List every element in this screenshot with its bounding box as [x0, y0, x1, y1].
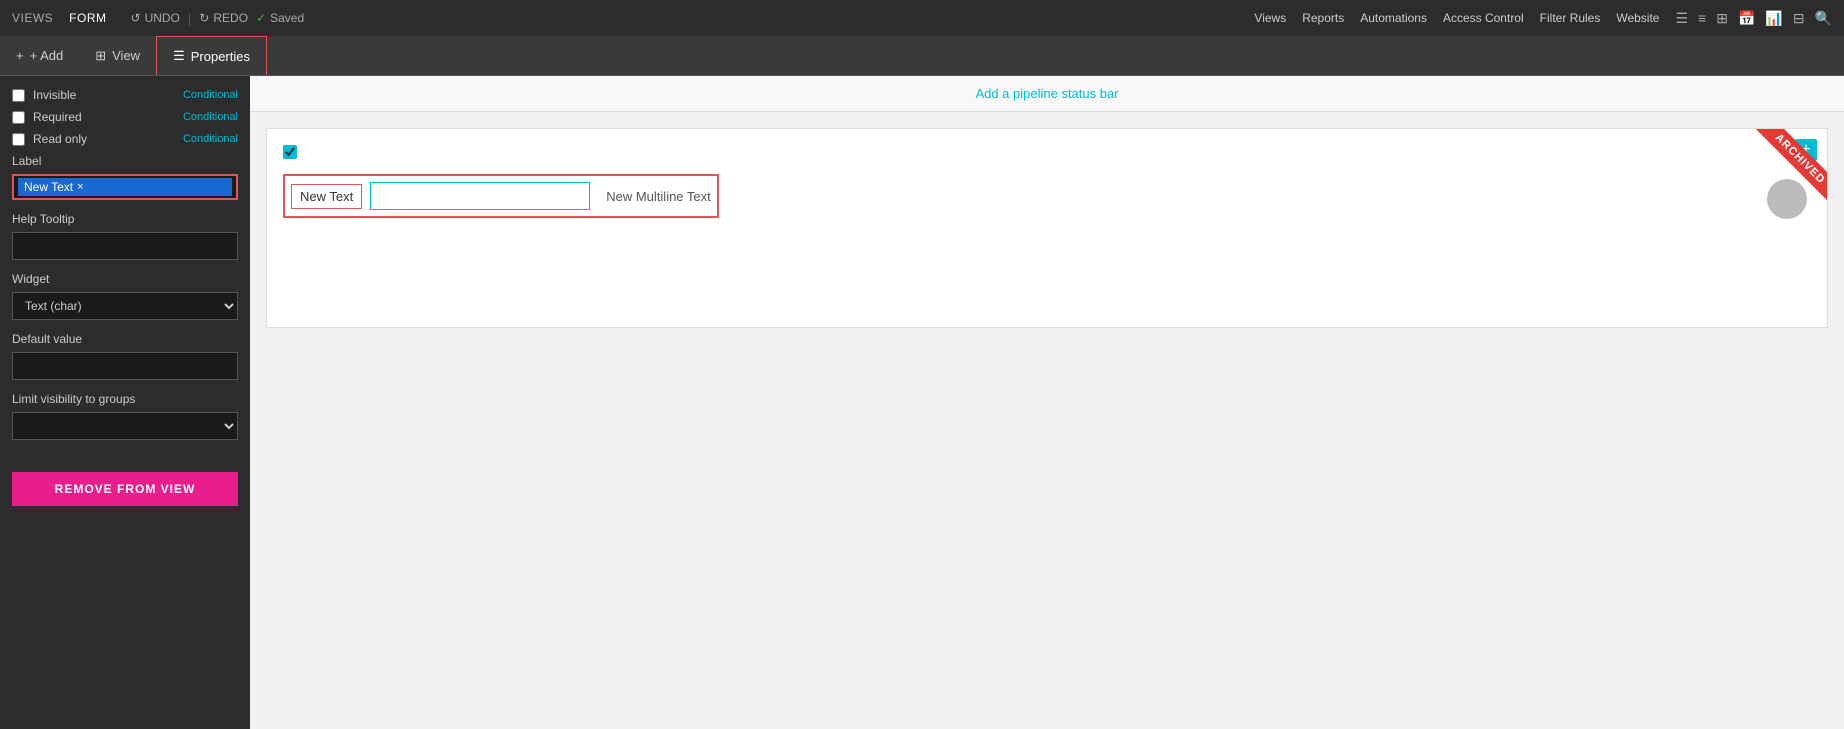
label-section: Label New Text × [12, 154, 238, 200]
view-label: View [112, 48, 140, 63]
add-button[interactable]: + + Add [0, 36, 79, 75]
calendar-icon[interactable]: 📅 [1738, 10, 1755, 27]
help-tooltip-section: Help Tooltip [12, 212, 238, 260]
remove-from-view-button[interactable]: REMOVE FROM VIEW [12, 472, 238, 506]
label-input-wrapper: New Text × [12, 174, 238, 200]
field-input[interactable] [370, 182, 590, 210]
properties-icon: ☰ [173, 48, 185, 64]
main-layout: Invisible Conditional Required Condition… [0, 76, 1844, 729]
invisible-label: Invisible [33, 88, 76, 102]
add-plus-button[interactable]: + [1795, 139, 1817, 161]
properties-button[interactable]: ☰ Properties [156, 36, 267, 75]
redo-label: REDO [213, 11, 248, 25]
pipeline-status-bar[interactable]: Add a pipeline status bar [250, 76, 1844, 112]
properties-label: Properties [191, 49, 250, 64]
form-container: + ARCHIVED New Text New Multiline Text [266, 128, 1828, 328]
view-button[interactable]: ⊞ View [79, 36, 156, 75]
label-text: New Text [24, 180, 73, 194]
nav-reports[interactable]: Reports [1302, 11, 1344, 25]
pipeline-bar-text: Add a pipeline status bar [975, 86, 1118, 101]
read-only-row: Read only Conditional [12, 132, 238, 146]
read-only-label: Read only [33, 132, 87, 146]
form-checkbox[interactable] [283, 145, 297, 159]
check-icon: ✓ [256, 11, 266, 25]
default-value-title: Default value [12, 332, 238, 346]
invisible-checkbox-group: Invisible [12, 88, 76, 102]
visibility-section: Limit visibility to groups [12, 392, 238, 440]
saved-status: ✓ Saved [256, 11, 304, 25]
sidebar: Invisible Conditional Required Condition… [0, 76, 250, 729]
default-value-input[interactable] [12, 352, 238, 380]
invisible-conditional[interactable]: Conditional [183, 89, 238, 101]
widget-select[interactable]: Text (char) [12, 292, 238, 320]
undo-label: UNDO [145, 11, 180, 25]
label-remove-icon[interactable]: × [77, 181, 83, 193]
view-icon: ⊞ [95, 48, 106, 64]
top-nav-left: VIEWS FORM [12, 11, 107, 25]
saved-text: Saved [270, 11, 304, 25]
list-icon[interactable]: ☰ [1675, 10, 1688, 27]
text-icon[interactable]: ≡ [1698, 10, 1706, 26]
required-label: Required [33, 110, 82, 124]
redo-button[interactable]: ↻ REDO [199, 11, 248, 25]
nav-automations[interactable]: Automations [1360, 11, 1427, 25]
content-area: Add a pipeline status bar + ARCHIVED New… [250, 76, 1844, 729]
help-tooltip-input[interactable] [12, 232, 238, 260]
nav-filter-rules[interactable]: Filter Rules [1540, 11, 1601, 25]
form-fields-row: New Text New Multiline Text [283, 174, 719, 218]
nav-icons: ☰ ≡ ⊞ 📅 📊 ⊟ 🔍 [1675, 10, 1832, 27]
required-checkbox-group: Required [12, 110, 82, 124]
form-checkbox-row [283, 145, 1811, 162]
widget-title: Widget [12, 272, 238, 286]
add-icon: + [16, 48, 24, 63]
read-only-checkbox-group: Read only [12, 132, 87, 146]
required-conditional[interactable]: Conditional [183, 111, 238, 123]
read-only-checkbox[interactable] [12, 133, 25, 146]
toolbar: + + Add ⊞ View ☰ Properties [0, 36, 1844, 76]
required-row: Required Conditional [12, 110, 238, 124]
invisible-row: Invisible Conditional [12, 88, 238, 102]
map-icon[interactable]: ⊞ [1716, 10, 1728, 27]
read-only-conditional[interactable]: Conditional [183, 133, 238, 145]
visibility-title: Limit visibility to groups [12, 392, 238, 406]
visibility-select[interactable] [12, 412, 238, 440]
plus-icon: + [1801, 141, 1810, 159]
avatar [1767, 179, 1807, 219]
redo-icon: ↻ [199, 11, 209, 25]
help-tooltip-title: Help Tooltip [12, 212, 238, 226]
invisible-checkbox[interactable] [12, 89, 25, 102]
label-section-title: Label [12, 154, 238, 168]
widget-section: Widget Text (char) [12, 272, 238, 320]
undo-icon: ↺ [131, 11, 141, 25]
nav-divider: | [188, 11, 191, 26]
default-value-section: Default value [12, 332, 238, 380]
top-nav-actions: ↺ UNDO | ↻ REDO ✓ Saved [131, 11, 305, 26]
required-checkbox[interactable] [12, 111, 25, 124]
nav-form[interactable]: FORM [69, 11, 106, 25]
nav-views[interactable]: VIEWS [12, 11, 53, 25]
nav-website[interactable]: Website [1616, 11, 1659, 25]
undo-button[interactable]: ↺ UNDO [131, 11, 180, 25]
chart-icon[interactable]: 📊 [1765, 10, 1782, 27]
nav-access-control[interactable]: Access Control [1443, 11, 1524, 25]
label-input-tag[interactable]: New Text × [18, 178, 232, 196]
field-label: New Text [291, 184, 362, 209]
field-multiline-label: New Multiline Text [606, 189, 711, 204]
search-icon[interactable]: 🔍 [1815, 10, 1832, 27]
top-navigation: VIEWS FORM ↺ UNDO | ↻ REDO ✓ Saved Views… [0, 0, 1844, 36]
add-label: + Add [30, 48, 64, 63]
grid-icon[interactable]: ⊟ [1793, 10, 1805, 27]
top-nav-right: Views Reports Automations Access Control… [1254, 10, 1832, 27]
nav-views-right[interactable]: Views [1254, 11, 1286, 25]
